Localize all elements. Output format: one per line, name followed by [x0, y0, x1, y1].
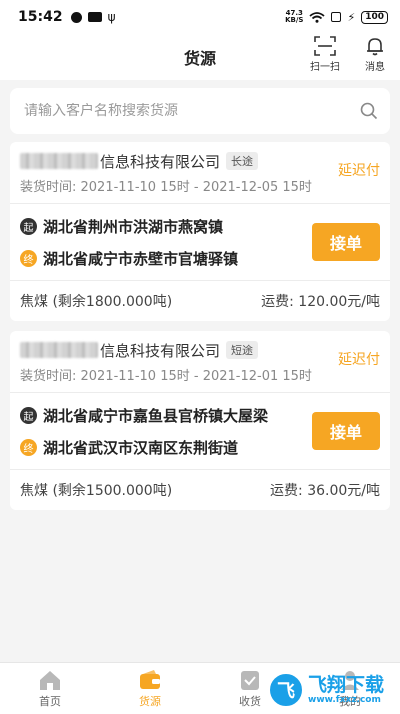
- route-section: 起 湖北省荆州市洪湖市燕窝镇 终 湖北省咸宁市赤壁市官塘驿镇 接单: [10, 204, 390, 281]
- route-stops: 起 湖北省荆州市洪湖市燕窝镇 终 湖北省咸宁市赤壁市官塘驿镇: [20, 210, 312, 274]
- destination-stop: 终 湖北省武汉市汉南区东荆街道: [20, 431, 312, 463]
- status-notification-icons: ψ: [70, 10, 116, 24]
- payment-status: 延迟付: [338, 352, 380, 368]
- notification-label: 消息: [365, 62, 385, 73]
- freight-rate: 运费: 36.00元/吨: [270, 483, 380, 499]
- cargo-card[interactable]: 信息科技有限公司 短途 延迟付 装货时间: 2021-11-10 15时 - 2…: [10, 331, 390, 510]
- company-name: 信息科技有限公司: [100, 341, 221, 360]
- cargo-info: 焦煤 (剩余1500.000吨): [20, 483, 173, 499]
- card-header: 信息科技有限公司 短途 延迟付 装货时间: 2021-11-10 15时 - 2…: [10, 331, 390, 393]
- route-stops: 起 湖北省咸宁市嘉鱼县官桥镇大屋梁 终 湖北省武汉市汉南区东荆街道: [20, 399, 312, 463]
- nav-item-cargo[interactable]: 货源: [100, 663, 200, 714]
- nav-label-cargo: 货源: [139, 695, 161, 708]
- company-row: 信息科技有限公司 长途: [20, 150, 380, 172]
- wallet-icon: [140, 670, 160, 689]
- wifi-icon: [309, 11, 326, 23]
- card-footer: 焦煤 (剩余1500.000吨) 运费: 36.00元/吨: [10, 470, 390, 510]
- card-header: 信息科技有限公司 长途 延迟付 装货时间: 2021-11-10 15时 - 2…: [10, 142, 390, 204]
- watermark-text-cn: 飞翔下载: [308, 674, 385, 696]
- company-row: 信息科技有限公司 短途: [20, 339, 380, 361]
- watermark-text-en: www.fxxz.com: [308, 695, 381, 705]
- load-time: 装货时间: 2021-11-10 15时 - 2021-12-05 15时: [20, 180, 312, 195]
- search-icon[interactable]: [360, 102, 378, 120]
- net-speed-unit: KB/S: [285, 16, 304, 24]
- bell-icon: [358, 36, 392, 56]
- page-header: 货源 扫一扫 消息: [0, 34, 400, 80]
- accept-order-button[interactable]: 接单: [312, 412, 380, 450]
- origin-stop: 起 湖北省咸宁市嘉鱼县官桥镇大屋梁: [20, 399, 312, 431]
- status-system-icons: 47.3 KB/S ⚡ 100: [285, 10, 388, 24]
- notification-button[interactable]: 消息: [358, 36, 392, 73]
- search-input[interactable]: [24, 103, 360, 119]
- scan-label: 扫一扫: [310, 62, 340, 73]
- route-section: 起 湖北省咸宁市嘉鱼县官桥镇大屋梁 终 湖北省武汉市汉南区东荆街道 接单: [10, 393, 390, 470]
- watermark-logo-icon: 飞: [268, 672, 304, 708]
- scan-button[interactable]: 扫一扫: [306, 36, 344, 73]
- app-notification-icon: [87, 12, 102, 22]
- payment-status: 延迟付: [338, 163, 380, 179]
- company-name: 信息科技有限公司: [100, 152, 221, 171]
- cargo-card[interactable]: 信息科技有限公司 长途 延迟付 装货时间: 2021-11-10 15时 - 2…: [10, 142, 390, 321]
- destination-address: 湖北省咸宁市赤壁市官塘驿镇: [43, 249, 239, 268]
- origin-badge: 起: [20, 406, 37, 424]
- origin-address: 湖北省荆州市洪湖市燕窝镇: [43, 217, 224, 236]
- usb-icon: ψ: [107, 10, 116, 24]
- destination-badge: 终: [20, 249, 37, 267]
- destination-badge: 终: [20, 438, 37, 456]
- origin-badge: 起: [20, 217, 37, 235]
- destination-address: 湖北省武汉市汉南区东荆街道: [43, 438, 239, 457]
- charging-icon: ⚡: [347, 10, 356, 24]
- scan-icon: [306, 36, 344, 56]
- screen-icon: [331, 12, 342, 22]
- blurred-company-prefix: [20, 342, 98, 358]
- origin-address: 湖北省咸宁市嘉鱼县官桥镇大屋梁: [43, 406, 269, 425]
- freight-rate: 运费: 120.00元/吨: [261, 294, 380, 310]
- status-time: 15:42: [18, 9, 63, 25]
- cargo-info: 焦煤 (剩余1800.000吨): [20, 294, 173, 310]
- home-icon: [40, 671, 60, 690]
- blurred-company-prefix: [20, 153, 98, 169]
- nav-label-home: 首页: [39, 695, 61, 708]
- load-time: 装货时间: 2021-11-10 15时 - 2021-12-01 15时: [20, 369, 312, 384]
- receipt-icon: [241, 671, 259, 690]
- watermark-text: 飞翔下载 www.fxxz.com: [308, 675, 384, 705]
- net-speed: 47.3 KB/S: [285, 10, 303, 24]
- record-icon: [70, 11, 82, 23]
- route-type-tag: 长途: [226, 152, 259, 170]
- status-bar: 15:42 ψ 47.3 KB/S ⚡ 100: [0, 0, 400, 34]
- watermark: 飞 飞翔下载 www.fxxz.com: [268, 666, 400, 714]
- search-section: [0, 80, 400, 142]
- nav-item-home[interactable]: 首页: [0, 663, 100, 714]
- origin-stop: 起 湖北省荆州市洪湖市燕窝镇: [20, 210, 312, 242]
- search-bar: [10, 88, 390, 134]
- card-footer: 焦煤 (剩余1800.000吨) 运费: 120.00元/吨: [10, 281, 390, 321]
- route-type-tag: 短途: [226, 341, 259, 359]
- page-title: 货源: [183, 49, 216, 68]
- destination-stop: 终 湖北省咸宁市赤壁市官塘驿镇: [20, 242, 312, 274]
- battery-icon: 100: [361, 10, 388, 24]
- accept-order-button[interactable]: 接单: [312, 223, 380, 261]
